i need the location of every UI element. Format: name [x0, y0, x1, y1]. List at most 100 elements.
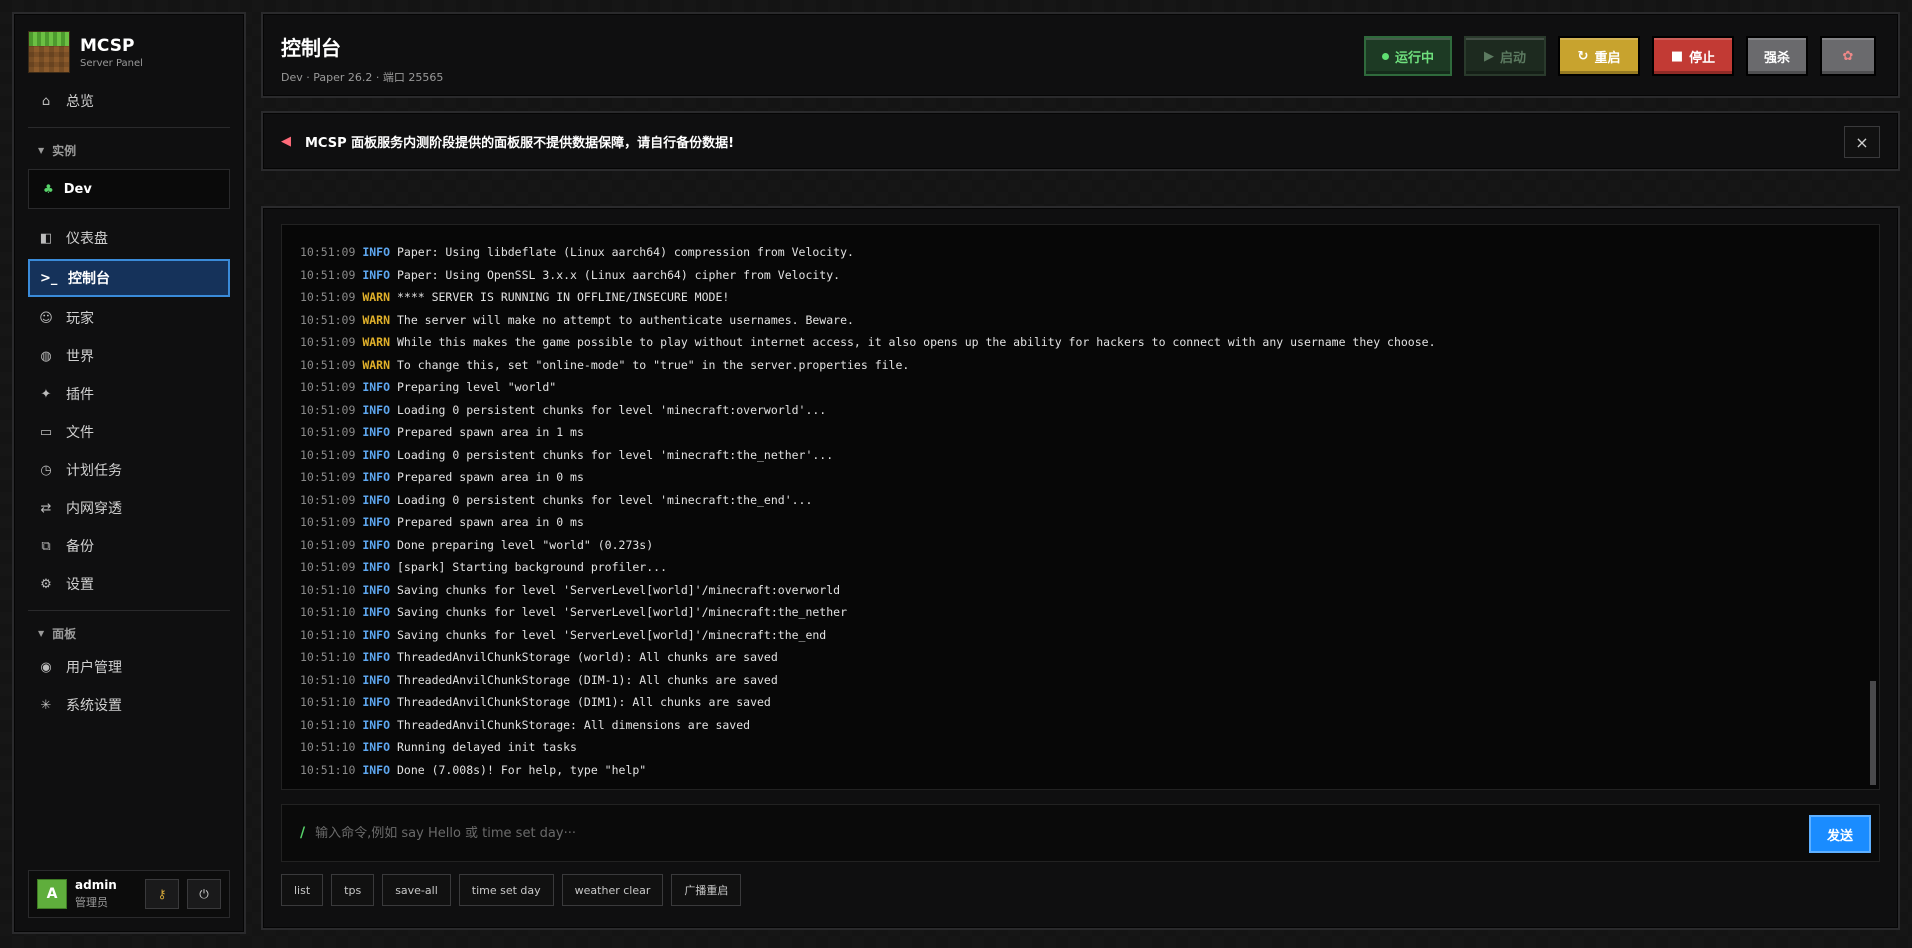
- status-dot-icon: [1381, 52, 1389, 60]
- instances-section[interactable]: ▼ 实例: [28, 135, 230, 165]
- log-level: WARN: [362, 290, 391, 304]
- start-button[interactable]: ▶ 启动: [1464, 36, 1546, 76]
- close-icon: ×: [1855, 132, 1869, 152]
- theme-button[interactable]: ✿: [1820, 36, 1876, 76]
- console-output[interactable]: 10:51:09 INFO Paper: Using libdeflate (L…: [281, 224, 1880, 790]
- status-running-label: 运行中: [1394, 50, 1434, 66]
- log-timestamp: 10:51:09: [300, 515, 356, 529]
- nav-item-6[interactable]: ◷ 计划任务: [28, 451, 230, 489]
- log-timestamp: 10:51:10: [300, 672, 356, 687]
- avatar: A: [37, 879, 67, 909]
- force-kill-button[interactable]: 强杀: [1746, 36, 1808, 76]
- log-level: INFO: [362, 582, 391, 597]
- send-button[interactable]: 发送: [1809, 815, 1871, 853]
- log-timestamp: 10:51:09: [300, 380, 356, 394]
- kill-label: 强杀: [1763, 50, 1790, 66]
- log-message: Running delayed init tasks: [396, 740, 577, 754]
- instance-dev[interactable]: ♣ Dev: [28, 169, 230, 209]
- change-password-button[interactable]: ⚷: [145, 879, 179, 909]
- log-line: 10:51:10 INFO ThreadedAnvilChunkStorage …: [300, 691, 1879, 714]
- log-message: Prepared spawn area in 0 ms: [396, 515, 584, 529]
- nav-item-1[interactable]: >_ 控制台: [28, 259, 230, 297]
- nav-item-label: 插件: [66, 387, 94, 403]
- console-panel: 10:51:09 INFO Paper: Using libdeflate (L…: [261, 206, 1900, 930]
- notice-banner: ◀ MCSP 面板服务内测阶段提供的面板服不提供数据保障，请自行备份数据! ×: [261, 111, 1900, 171]
- sidebar: MCSP Server Panel ⌂ 总览 ▼ 实例 ♣ Dev ◧ 仪表盘 >_…: [12, 12, 246, 934]
- nav-icon: ⧉: [41, 538, 51, 554]
- log-timestamp: 10:51:09: [300, 357, 356, 372]
- console-scrollbar[interactable]: [1870, 229, 1876, 785]
- nav-item-label: 设置: [66, 577, 94, 593]
- log-line: 10:51:09 INFO Prepared spawn area in 1 m…: [300, 421, 1879, 444]
- log-line: 10:51:10 INFO Done (7.008s)! For help, t…: [300, 759, 1879, 782]
- quick-command-button[interactable]: weather clear: [561, 874, 664, 906]
- log-level: INFO: [362, 605, 391, 619]
- palette-icon: ✿: [1842, 48, 1854, 64]
- scrollbar-thumb[interactable]: [1870, 681, 1876, 785]
- megaphone-icon: ◀: [281, 133, 291, 149]
- quick-command-button[interactable]: save-all: [382, 874, 451, 906]
- nav-item-label: 玩家: [66, 311, 94, 327]
- nav-item-0[interactable]: ◧ 仪表盘: [28, 219, 230, 257]
- nav-item-9[interactable]: ⚙ 设置: [28, 565, 230, 603]
- restart-button[interactable]: ↻ 重启: [1558, 36, 1640, 76]
- nav-icon: ✦: [40, 386, 52, 402]
- nav-icon: ⇄: [40, 500, 52, 516]
- command-input[interactable]: [315, 825, 1879, 841]
- log-timestamp: 10:51:10: [300, 762, 356, 777]
- log-line-partial: [300, 231, 1879, 241]
- quick-command-button[interactable]: 广播重启: [671, 874, 742, 906]
- log-message: Loading 0 persistent chunks for level 'm…: [396, 447, 834, 462]
- log-message: To change this, set "online-mode" to "tr…: [396, 357, 910, 372]
- play-icon: ▶: [1483, 48, 1494, 64]
- nav-icon: ✳: [40, 697, 52, 713]
- grass-block-logo: [28, 31, 70, 73]
- panel-item-1[interactable]: ✳ 系统设置: [28, 686, 230, 724]
- status-running-badge: 运行中: [1364, 36, 1452, 76]
- nav-item-4[interactable]: ✦ 插件: [28, 375, 230, 413]
- log-line: 10:51:09 INFO Loading 0 persistent chunk…: [300, 444, 1879, 467]
- caret-down-icon: ▼: [38, 628, 45, 638]
- nav-icon: ⚙: [40, 576, 52, 592]
- divider: [28, 127, 230, 128]
- log-message: Paper: Using libdeflate (Linux aarch64) …: [396, 245, 854, 259]
- log-timestamp: 10:51:09: [300, 425, 356, 439]
- stop-button[interactable]: ■ 停止: [1652, 36, 1734, 76]
- command-prompt: /: [300, 825, 306, 841]
- log-timestamp: 10:51:09: [300, 560, 356, 574]
- nav-item-5[interactable]: ▭ 文件: [28, 413, 230, 451]
- panel-section[interactable]: ▼ 面板: [28, 618, 230, 648]
- log-timestamp: 10:51:09: [300, 402, 356, 417]
- quick-command-button[interactable]: time set day: [458, 874, 554, 906]
- divider: [28, 610, 230, 611]
- log-line: 10:51:09 INFO Paper: Using libdeflate (L…: [300, 241, 1879, 264]
- log-level: INFO: [362, 245, 391, 259]
- log-message: ThreadedAnvilChunkStorage (DIM1): All ch…: [396, 695, 771, 709]
- instance-name: Dev: [63, 181, 92, 197]
- user-role: 管理员: [75, 896, 108, 909]
- nav-overview-label: 总览: [66, 94, 94, 110]
- nav-item-2[interactable]: ☺ 玩家: [28, 299, 230, 337]
- nav-item-7[interactable]: ⇄ 内网穿透: [28, 489, 230, 527]
- nav-item-8[interactable]: ⧉ 备份: [28, 527, 230, 565]
- brand-name: MCSP: [80, 35, 135, 56]
- panel-section-label: 面板: [52, 626, 77, 641]
- log-line: 10:51:09 INFO Done preparing level "worl…: [300, 534, 1879, 557]
- log-line: 10:51:09 WARN To change this, set "onlin…: [300, 354, 1879, 377]
- nav-icon: ▭: [39, 424, 53, 440]
- logout-button[interactable]: ⏻: [187, 879, 221, 909]
- quick-command-button[interactable]: tps: [331, 874, 375, 906]
- panel-item-label: 用户管理: [66, 660, 122, 676]
- log-timestamp: 10:51:10: [300, 695, 356, 709]
- close-notice-button[interactable]: ×: [1844, 126, 1880, 158]
- brand: MCSP Server Panel: [28, 28, 230, 76]
- quick-command-button[interactable]: list: [281, 874, 324, 906]
- log-message: Preparing level "world": [396, 380, 557, 394]
- log-line: 10:51:10 INFO Saving chunks for level 'S…: [300, 601, 1879, 624]
- nav-icon: ☺: [39, 310, 53, 326]
- home-icon: ⌂: [41, 93, 51, 109]
- panel-item-0[interactable]: ◉ 用户管理: [28, 648, 230, 686]
- nav-overview[interactable]: ⌂ 总览: [28, 82, 230, 120]
- log-level: WARN: [362, 335, 391, 349]
- nav-item-3[interactable]: ◍ 世界: [28, 337, 230, 375]
